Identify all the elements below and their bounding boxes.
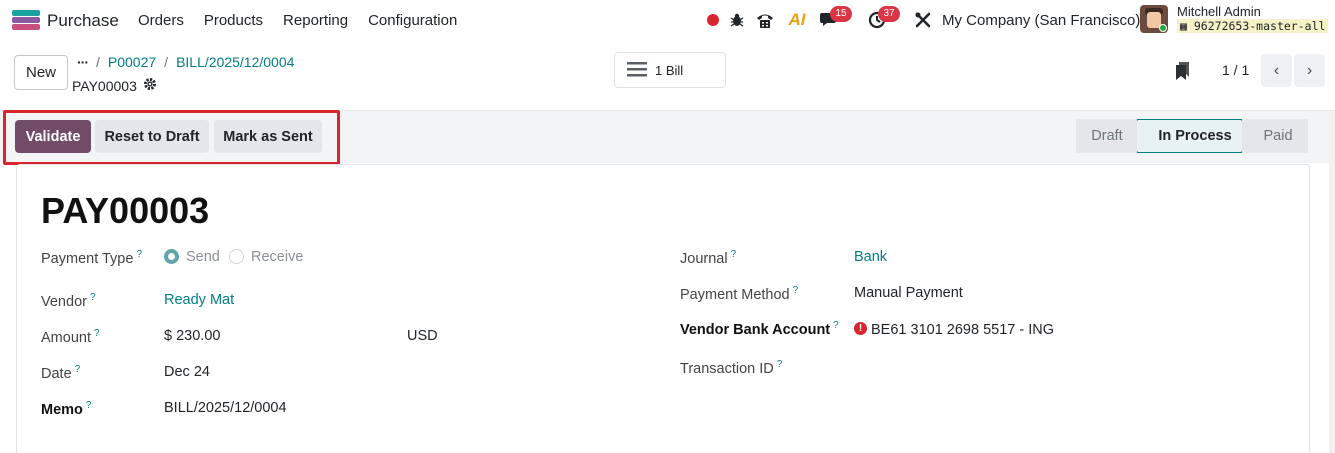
warning-icon: ! xyxy=(854,322,867,335)
purchase-app-icon[interactable] xyxy=(12,10,40,32)
user-name[interactable]: Mitchell Admin xyxy=(1177,4,1261,19)
tools-icon[interactable] xyxy=(912,9,934,31)
payment-method-field[interactable]: Manual Payment xyxy=(854,285,963,301)
highlight-box xyxy=(3,110,340,165)
bookmark-icon[interactable] xyxy=(1176,62,1190,80)
pager-next-button[interactable]: › xyxy=(1294,54,1325,87)
payment-title: PAY00003 xyxy=(41,190,210,231)
user-avatar[interactable] xyxy=(1140,5,1168,33)
stage-paid[interactable]: Paid xyxy=(1242,119,1308,153)
pager-previous-button[interactable]: ‹ xyxy=(1261,54,1292,87)
ai-icon[interactable]: AI xyxy=(786,9,808,31)
menu-item-configuration[interactable]: Configuration xyxy=(368,12,457,29)
help-icon[interactable]: ? xyxy=(90,292,96,303)
journal-label-text: Journal xyxy=(680,250,728,267)
app-name[interactable]: Purchase xyxy=(47,11,119,31)
radio-receive-label[interactable]: Receive xyxy=(251,249,303,265)
amount-label-text: Amount xyxy=(41,329,91,346)
database-name-text: 96272653-master-all xyxy=(1193,19,1326,33)
stage-in-process[interactable]: In Process xyxy=(1138,119,1242,153)
transaction-id-label: Transaction ID? xyxy=(680,359,782,377)
date-label: Date? xyxy=(41,364,80,382)
menu-item-products[interactable]: Products xyxy=(204,12,263,29)
company-switcher[interactable]: My Company (San Francisco) xyxy=(942,12,1140,29)
journal-field[interactable]: Bank xyxy=(854,249,887,265)
breadcrumb-more-icon[interactable]: ··· xyxy=(77,54,89,70)
help-icon[interactable]: ? xyxy=(86,400,92,411)
breadcrumb-separator: / xyxy=(96,54,100,70)
vendor-bank-label-text: Vendor Bank Account xyxy=(680,321,831,338)
activity-clock-icon[interactable]: 37 xyxy=(866,6,900,31)
currency-field[interactable]: USD xyxy=(407,328,438,344)
status-stages: Draft In Process Paid xyxy=(1076,119,1308,153)
chat-icon[interactable]: 15 xyxy=(818,6,852,31)
chat-badge: 15 xyxy=(830,6,852,22)
radio-send[interactable] xyxy=(164,249,179,264)
new-button[interactable]: New xyxy=(14,55,68,90)
breadcrumb-po[interactable]: P00027 xyxy=(108,54,156,70)
gear-icon[interactable] xyxy=(143,77,157,94)
help-icon[interactable]: ? xyxy=(731,249,737,260)
bills-smart-button[interactable]: 1 Bill xyxy=(614,52,726,88)
help-icon[interactable]: ? xyxy=(833,320,839,331)
help-icon[interactable]: ? xyxy=(75,364,81,375)
help-icon[interactable]: ? xyxy=(793,285,799,296)
vendor-label-text: Vendor xyxy=(41,293,87,310)
help-icon[interactable]: ? xyxy=(136,249,142,260)
payment-type-label: Payment Type? xyxy=(41,249,142,267)
vendor-label: Vendor? xyxy=(41,292,96,310)
bug-icon[interactable] xyxy=(726,9,748,31)
memo-label: Memo? xyxy=(41,400,91,418)
radio-send-label[interactable]: Send xyxy=(186,249,220,265)
help-icon[interactable]: ? xyxy=(94,328,100,339)
recording-icon[interactable] xyxy=(702,9,724,31)
phone-icon[interactable] xyxy=(754,9,776,31)
chevron-right-icon: › xyxy=(1306,61,1313,79)
journal-label: Journal? xyxy=(680,249,736,267)
menu-item-reporting[interactable]: Reporting xyxy=(283,12,348,29)
pager-value[interactable]: 1 / 1 xyxy=(1222,62,1249,78)
scrollbar[interactable] xyxy=(1329,112,1335,453)
payment-method-label-text: Payment Method xyxy=(680,286,790,303)
smart-button-label: 1 Bill xyxy=(655,62,684,78)
main-menu: Orders Products Reporting Configuration xyxy=(138,12,457,29)
amount-field[interactable]: $ 230.00 xyxy=(164,328,220,344)
database-name: ▦ 96272653-master-all xyxy=(1177,19,1329,33)
date-field[interactable]: Dec 24 xyxy=(164,364,210,380)
stage-draft[interactable]: Draft xyxy=(1076,119,1138,153)
vendor-bank-label: Vendor Bank Account? xyxy=(680,320,839,338)
vendor-field[interactable]: Ready Mat xyxy=(164,292,234,308)
payment-type-label-text: Payment Type xyxy=(41,250,134,267)
top-navbar: Purchase Orders Products Reporting Confi… xyxy=(0,0,1335,42)
payment-method-label: Payment Method? xyxy=(680,285,798,303)
breadcrumb: ··· / P00027 / BILL/2025/12/0004 xyxy=(77,54,294,70)
radio-receive[interactable] xyxy=(229,249,244,264)
breadcrumb-bill[interactable]: BILL/2025/12/0004 xyxy=(176,54,294,70)
list-icon xyxy=(627,61,647,80)
date-label-text: Date xyxy=(41,365,72,382)
record-name: PAY00003 xyxy=(72,77,157,94)
activity-badge: 37 xyxy=(878,6,900,22)
memo-field[interactable]: BILL/2025/12/0004 xyxy=(164,400,287,416)
database-icon: ▦ xyxy=(1180,19,1187,33)
menu-item-orders[interactable]: Orders xyxy=(138,12,184,29)
vendor-bank-field[interactable]: BE61 3101 2698 5517 - ING xyxy=(871,322,1054,338)
amount-label: Amount? xyxy=(41,328,100,346)
record-name-text: PAY00003 xyxy=(72,77,137,94)
transaction-id-label-text: Transaction ID xyxy=(680,360,774,377)
memo-label-text: Memo xyxy=(41,401,83,418)
help-icon[interactable]: ? xyxy=(777,359,783,370)
chevron-left-icon: ‹ xyxy=(1273,61,1280,79)
breadcrumb-separator: / xyxy=(164,54,169,70)
